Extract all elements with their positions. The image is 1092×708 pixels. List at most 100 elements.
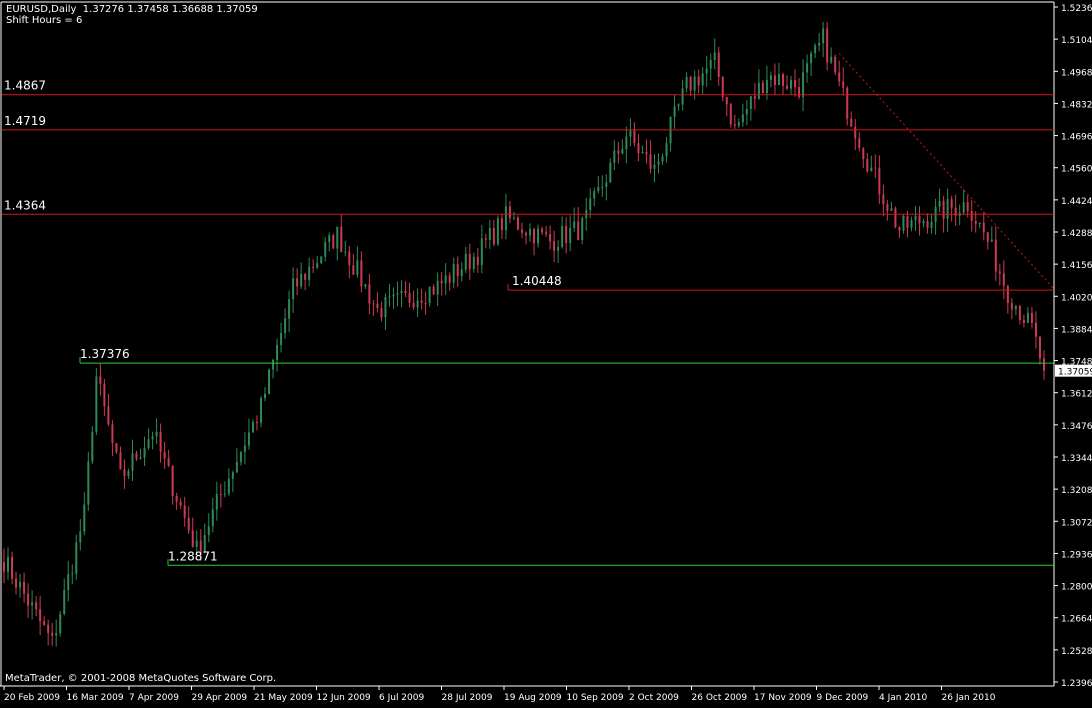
candle-body — [930, 222, 933, 228]
level-price-label: 1.40448 — [512, 274, 562, 288]
price-tick-label: 1.33440 — [1061, 454, 1092, 464]
candle-body — [392, 294, 395, 297]
candle-body — [697, 76, 700, 86]
candle-body — [211, 509, 214, 527]
candle-body — [818, 42, 821, 46]
candle-body — [460, 269, 463, 277]
candle-body — [508, 206, 511, 219]
candle-body — [525, 232, 527, 236]
candle-body — [842, 81, 845, 88]
candle-body — [890, 208, 893, 212]
candle-body — [645, 151, 648, 155]
candle-body — [348, 251, 351, 266]
time-tick-label: 29 Apr 2009 — [192, 693, 248, 703]
symbol-info-label: EURUSD,Daily 1.37276 1.37458 1.36688 1.3… — [6, 4, 258, 15]
candle-body — [436, 280, 439, 295]
candle-body — [705, 68, 708, 74]
candle-body — [432, 286, 435, 295]
candle-body — [1022, 319, 1025, 323]
candle-body — [268, 369, 271, 394]
candle-body — [143, 448, 146, 458]
candle-body — [83, 504, 86, 532]
candle-body — [364, 284, 367, 287]
candle-body — [862, 148, 865, 160]
candle-body — [781, 74, 784, 86]
candle-body — [300, 273, 303, 287]
candle-body — [352, 265, 355, 275]
candle-body — [1042, 358, 1045, 371]
candle-body — [601, 186, 604, 188]
time-tick-label: 2 Oct 2009 — [629, 693, 679, 703]
candle-body — [207, 526, 210, 536]
candle-body — [870, 167, 873, 172]
candle-body — [541, 228, 544, 233]
candle-body — [826, 28, 829, 63]
candle-body — [557, 247, 560, 251]
candle-body — [1002, 273, 1005, 286]
candle-body — [259, 398, 262, 423]
candle-body — [187, 517, 190, 531]
candle-body — [609, 162, 612, 183]
level-price-label: 1.37376 — [80, 347, 130, 361]
candle-body — [629, 130, 632, 137]
candle-body — [67, 574, 70, 590]
candle-body — [191, 530, 194, 547]
candle-body — [372, 303, 375, 305]
candle-body — [685, 76, 688, 89]
candle-body — [119, 452, 122, 470]
candle-body — [649, 154, 652, 169]
chart-area[interactable]: 1.52360 1.51040 1.49680 1.48320 1.46960 1.456… — [0, 0, 1092, 704]
candle-body — [107, 406, 110, 425]
candle-body — [480, 238, 483, 266]
candle-body — [866, 159, 869, 172]
candle-body — [605, 182, 608, 187]
candle-body — [533, 229, 536, 244]
candle-body — [147, 439, 150, 449]
candle-body — [344, 251, 347, 253]
candle-body — [416, 300, 419, 308]
candle-body — [340, 226, 343, 252]
candle-body — [886, 204, 889, 212]
candle-body — [549, 234, 552, 242]
candle-body — [171, 465, 174, 496]
candle-body — [304, 273, 307, 280]
candle-body — [1026, 312, 1029, 323]
candle-body — [613, 150, 616, 163]
candle-body — [573, 221, 576, 228]
candle-body — [292, 278, 295, 300]
time-tick-label: 20 Feb 2009 — [4, 693, 60, 703]
candle-body — [428, 286, 431, 304]
candle-body — [1006, 285, 1009, 304]
time-tick-label: 9 Dec 2009 — [817, 693, 869, 703]
candle-body — [328, 235, 331, 243]
candle-body — [910, 220, 913, 228]
candle-body — [553, 241, 556, 251]
candle-body — [500, 218, 503, 231]
candle-body — [396, 293, 399, 295]
candle-body — [769, 75, 772, 80]
candle-body — [765, 79, 768, 94]
candle-body — [159, 431, 162, 452]
current-price-label: 1.37059 — [1058, 368, 1092, 378]
candle-body — [814, 45, 817, 54]
candle-body — [332, 235, 335, 249]
candle-body — [902, 215, 905, 231]
candle-body — [717, 52, 720, 77]
candle-body — [63, 589, 66, 614]
candle-body — [320, 256, 323, 264]
candle-body — [512, 217, 515, 219]
candle-body — [545, 232, 548, 235]
candle-body — [284, 318, 287, 334]
candle-body — [75, 542, 78, 574]
candle-body — [488, 227, 491, 240]
candle-body — [99, 376, 102, 384]
candle-body — [994, 239, 997, 272]
candle-body — [846, 87, 849, 119]
shift-hours-label: Shift Hours = 6 — [6, 15, 83, 26]
candle-body — [175, 495, 178, 502]
candle-body — [280, 333, 283, 346]
candle-body — [838, 72, 841, 82]
candle-body — [653, 164, 656, 169]
price-chart[interactable]: 1.52360 1.51040 1.49680 1.48320 1.46960 1.456… — [0, 0, 1092, 704]
candle-body — [986, 232, 989, 242]
